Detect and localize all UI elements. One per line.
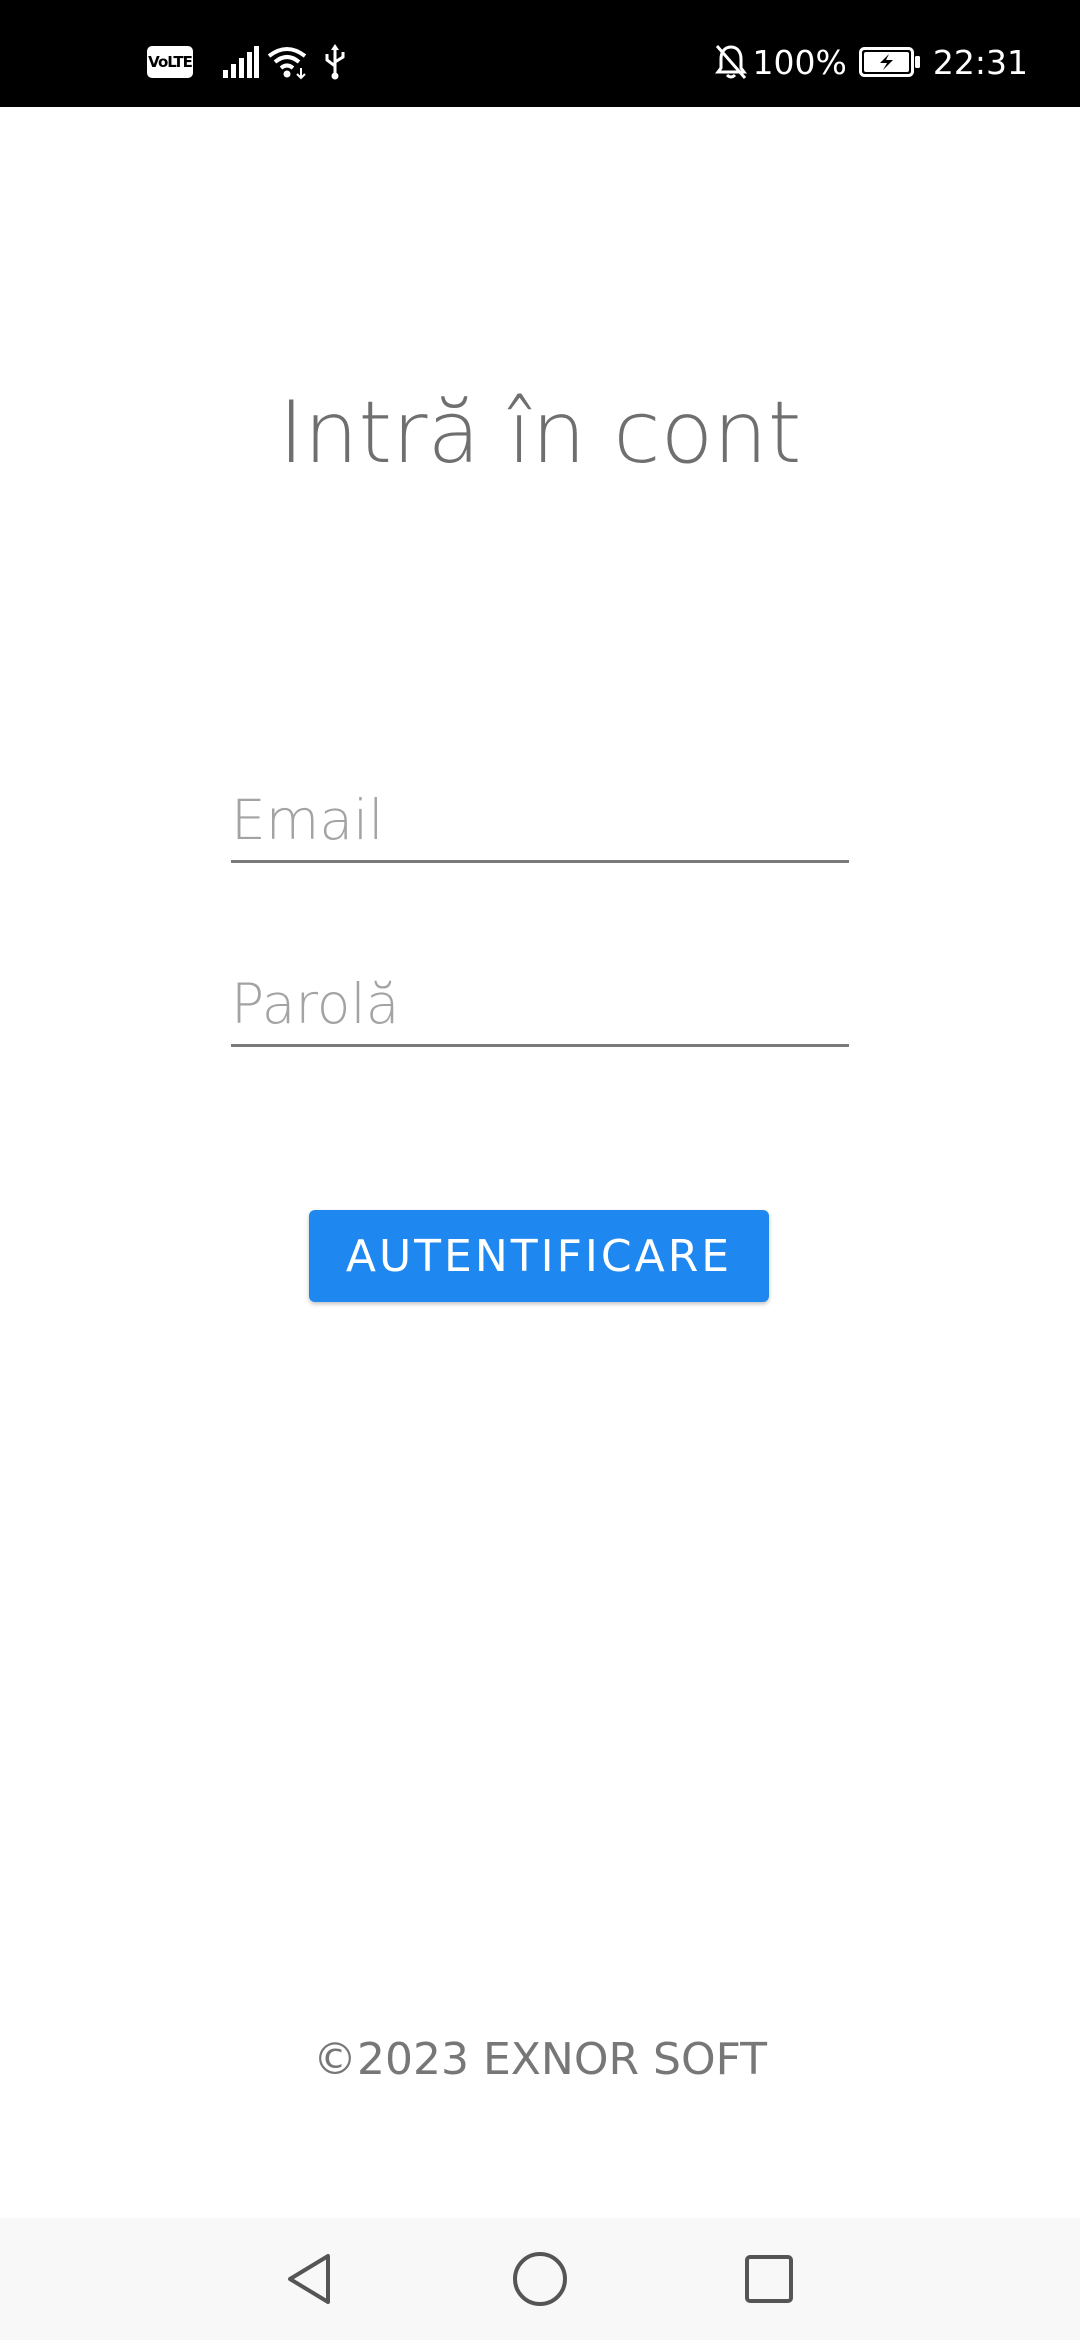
password-input[interactable] xyxy=(231,964,849,1044)
usb-icon xyxy=(323,44,347,80)
login-button[interactable]: AUTENTIFICARE xyxy=(309,1210,769,1302)
recents-icon xyxy=(744,2254,794,2304)
home-icon xyxy=(512,2251,568,2307)
navigation-bar xyxy=(0,2218,1080,2340)
volte-icon: VoLTE xyxy=(147,46,193,78)
page-title: Intră în cont xyxy=(278,383,802,483)
signal-icon xyxy=(223,46,259,78)
battery-charging-icon xyxy=(858,47,921,77)
status-bar: VoLTE 100% 22:31 xyxy=(0,0,1080,107)
battery-percentage: 100% xyxy=(752,42,847,82)
email-field-container xyxy=(231,780,849,863)
password-field-container xyxy=(231,964,849,1047)
status-right-icons: 100% 22:31 xyxy=(714,40,1028,84)
nav-recents-button[interactable] xyxy=(734,2244,804,2314)
status-left-icons: VoLTE xyxy=(147,42,347,82)
back-icon xyxy=(284,2252,334,2306)
nav-back-button[interactable] xyxy=(274,2244,344,2314)
footer-copyright: ©2023 EXNOR SOFT xyxy=(313,2034,767,2085)
email-input[interactable] xyxy=(231,780,849,860)
nav-home-button[interactable] xyxy=(505,2244,575,2314)
notifications-off-icon xyxy=(714,44,747,80)
wifi-icon xyxy=(267,44,311,80)
status-time: 22:31 xyxy=(932,42,1028,82)
